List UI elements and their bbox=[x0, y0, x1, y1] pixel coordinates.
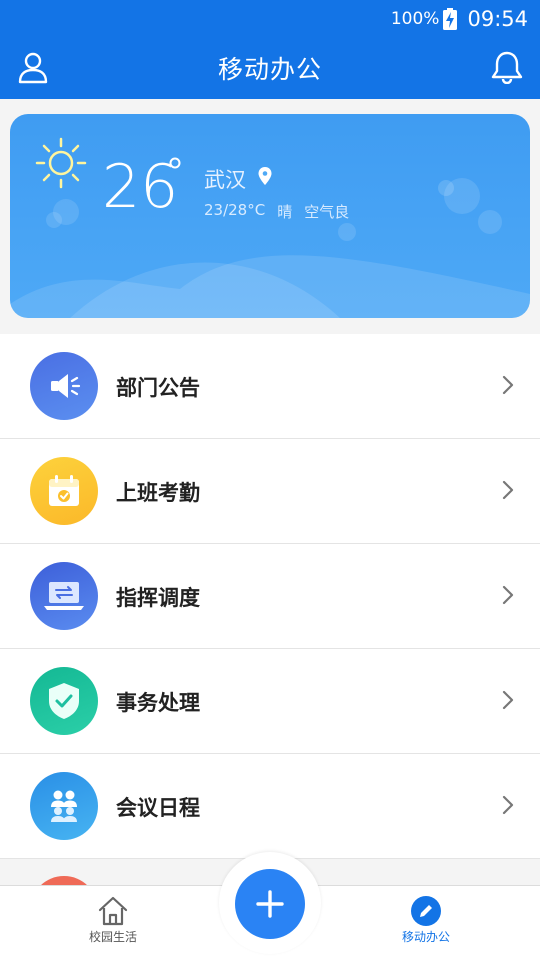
chevron-right-icon bbox=[502, 795, 514, 815]
chevron-right-icon bbox=[502, 480, 514, 500]
menu-item-attendance[interactable]: 上班考勤 bbox=[0, 439, 540, 544]
edit-pen-icon bbox=[411, 896, 441, 926]
megaphone-icon bbox=[30, 352, 98, 420]
title-bar: 移动办公 bbox=[0, 36, 540, 99]
menu-item-label: 部门公告 bbox=[116, 376, 200, 400]
menu-item-label: 事务处理 bbox=[116, 691, 200, 715]
sunny-weather-icon bbox=[35, 137, 87, 189]
meeting-people-icon bbox=[30, 772, 98, 840]
status-bar: 100% 09:54 bbox=[391, 5, 528, 33]
battery-percent: 100% bbox=[390, 9, 440, 29]
location-pin-icon bbox=[258, 167, 272, 185]
tab-label: 移动办公 bbox=[401, 930, 450, 944]
calendar-check-icon bbox=[30, 457, 98, 525]
menu-item-label: 上班考勤 bbox=[116, 481, 200, 505]
temperature-range: 23/28°C bbox=[204, 201, 266, 219]
temperature-value: 26 bbox=[102, 152, 179, 222]
air-quality: 空气良 bbox=[304, 203, 350, 221]
page-title: 移动办公 bbox=[217, 55, 322, 84]
tab-campus-life[interactable]: 校园生活 bbox=[58, 894, 168, 945]
chevron-right-icon bbox=[502, 375, 514, 395]
menu-item-meeting-schedule[interactable]: 会议日程 bbox=[0, 754, 540, 859]
weather-card[interactable]: 26 武汉 23/28°C 晴 空气良 bbox=[10, 114, 530, 318]
menu-item-dispatch[interactable]: 指挥调度 bbox=[0, 544, 540, 649]
battery-charging-icon bbox=[443, 8, 458, 30]
degree-symbol-icon bbox=[169, 157, 181, 169]
menu-item-department-notice[interactable]: 部门公告 bbox=[0, 334, 540, 439]
home-icon bbox=[98, 896, 128, 926]
laptop-transfer-icon bbox=[30, 562, 98, 630]
add-button[interactable] bbox=[235, 869, 305, 939]
app-header: 100% 09:54 移动办公 bbox=[0, 0, 540, 99]
menu-item-label: 会议日程 bbox=[116, 796, 200, 820]
bell-icon[interactable] bbox=[490, 50, 524, 84]
weather-details: 23/28°C 晴 空气良 bbox=[204, 201, 349, 222]
tab-mobile-office[interactable]: 移动办公 bbox=[371, 894, 481, 945]
weather-condition: 晴 bbox=[277, 203, 293, 221]
shield-check-icon bbox=[30, 667, 98, 735]
menu-item-label: 指挥调度 bbox=[116, 586, 200, 610]
clock: 09:54 bbox=[467, 7, 528, 31]
tab-label: 校园生活 bbox=[88, 930, 137, 944]
menu-item-affairs[interactable]: 事务处理 bbox=[0, 649, 540, 754]
plus-icon bbox=[256, 890, 284, 918]
office-menu-list: 部门公告 上班考勤 指挥调度 事务处理 会议日程 bbox=[0, 334, 540, 859]
weather-city: 武汉 bbox=[204, 168, 246, 192]
chevron-right-icon bbox=[502, 690, 514, 710]
chevron-right-icon bbox=[502, 585, 514, 605]
